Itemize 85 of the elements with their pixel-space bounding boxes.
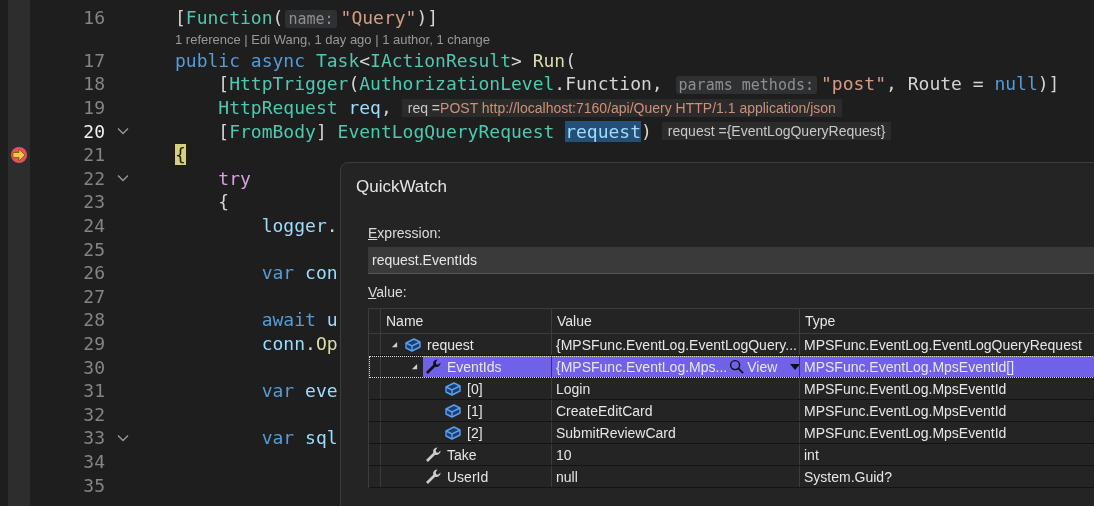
line-number: 23 [83, 191, 105, 213]
variable-value: {MPSFunc.EventLog.EventLogQuery... [556, 336, 797, 353]
variable-type: MPSFunc.EventLog.MpsEventId[] [804, 358, 1015, 375]
cube-icon [444, 379, 462, 398]
line-number: 22 [83, 167, 105, 189]
wrench-icon [424, 467, 442, 486]
variable-value: CreateEditCard [556, 402, 653, 419]
line-number: 30 [83, 356, 105, 378]
code-line: try [217, 167, 251, 189]
watch-row[interactable]: Take 10 int [369, 444, 1094, 466]
variable-value: Login [556, 380, 591, 397]
line-number: 34 [83, 451, 105, 472]
variable-name: [2] [467, 424, 483, 441]
variable-name: [1] [467, 402, 483, 419]
expanded-triangle-icon[interactable] [411, 363, 418, 370]
code-line: [Function( name: "Query")] [175, 7, 439, 29]
cube-icon [444, 401, 462, 420]
wrench-icon [424, 445, 442, 464]
line-number: 18 [83, 73, 105, 95]
line-number: 16 [83, 7, 105, 29]
fold-chevron-icon[interactable] [117, 174, 129, 183]
variable-type: MPSFunc.EventLog.MpsEventId [804, 424, 1007, 441]
line-number: 27 [83, 285, 105, 307]
code-line: [HttpTrigger(AuthorizationLevel.Function, params methods: "post", Route = null)] [217, 73, 1060, 95]
code-line: conn.Op [260, 333, 338, 354]
variable-type: System.Guid? [804, 468, 892, 485]
code-line: await u [260, 309, 338, 331]
line-number: 21 [83, 144, 105, 166]
line-number: 20 [83, 120, 105, 142]
data-tip[interactable]: req =POST http://localhost:7160/api/Query HTTP/1.1 application/json [401, 98, 842, 117]
caret-icon [790, 363, 799, 370]
field-label: Expression: [368, 224, 443, 242]
line-number: 35 [83, 474, 105, 496]
watch-row[interactable]: UserId null System.Guid? [369, 466, 1094, 488]
variable-value: null [556, 468, 578, 485]
variable-name: EventIds [447, 358, 502, 375]
watch-row[interactable]: [0] Login MPSFunc.EventLog.MpsEventId [369, 378, 1094, 400]
variable-name: [0] [467, 380, 483, 397]
cube-icon [404, 335, 422, 354]
variable-type: MPSFunc.EventLog.EventLogQueryRequest [804, 336, 1082, 353]
wrench-icon [424, 357, 442, 376]
variable-value: SubmitReviewCard [556, 424, 676, 441]
code-line: var con [260, 262, 338, 284]
variable-name: request [427, 336, 474, 353]
line-number: 33 [83, 427, 105, 449]
data-tip[interactable]: request ={EventLogQueryRequest} [661, 122, 892, 141]
line-number: 32 [83, 403, 105, 425]
watch-row[interactable]: EventIds {MPSFunc.EventLog.Mps... View MPSFunc.EventLog.MpsEventId[] [369, 356, 1094, 378]
variable-value: 10 [556, 446, 572, 463]
code-line: { [217, 191, 230, 213]
line-number: 26 [83, 262, 105, 284]
dialog-title: QuickWatch [356, 176, 448, 198]
variable-type: MPSFunc.EventLog.MpsEventId [804, 380, 1007, 397]
fold-chevron-icon[interactable] [117, 127, 129, 136]
line-number: 29 [83, 333, 105, 354]
codelens-text[interactable]: 1 reference | Edi Wang, 1 day ago | 1 author, 1 change [175, 31, 490, 47]
variable-type: int [804, 446, 819, 463]
code-line: [FromBody] EventLogQueryRequest request) [217, 120, 652, 142]
line-number: 28 [83, 309, 105, 331]
field-label: Value: [368, 283, 408, 301]
variable-name: Take [447, 446, 477, 463]
line-number: 17 [83, 49, 105, 71]
variable-name: UserId [447, 468, 489, 485]
line-number: 25 [83, 238, 105, 260]
column-header[interactable]: Type [800, 309, 1094, 333]
view-button[interactable]: View [727, 356, 799, 377]
fold-chevron-icon[interactable] [117, 433, 129, 442]
cube-icon [444, 423, 462, 442]
column-header[interactable]: Value [552, 309, 800, 333]
search-icon [729, 359, 745, 374]
column-header[interactable]: Name [381, 309, 552, 333]
line-number: 19 [83, 97, 105, 119]
code-line: logger. [260, 215, 338, 237]
watch-row[interactable]: [1] CreateEditCard MPSFunc.EventLog.MpsEventId [369, 400, 1094, 422]
code-line: HttpRequest req, [217, 97, 392, 119]
expanded-triangle-icon[interactable] [391, 341, 398, 348]
code-line: public async Task<IActionResult> Run( [175, 49, 577, 71]
code-line: var eve [260, 380, 338, 402]
line-number: 24 [83, 215, 105, 237]
expression-field[interactable]: request.EventIds [368, 247, 1094, 274]
variable-type: MPSFunc.EventLog.MpsEventId [804, 402, 1007, 419]
variable-value: {MPSFunc.EventLog.Mps... [556, 358, 728, 375]
watch-row[interactable]: [2] SubmitReviewCard MPSFunc.EventLog.MpsEventId [369, 422, 1094, 444]
line-number: 31 [83, 380, 105, 402]
code-line: var sql [260, 427, 338, 449]
